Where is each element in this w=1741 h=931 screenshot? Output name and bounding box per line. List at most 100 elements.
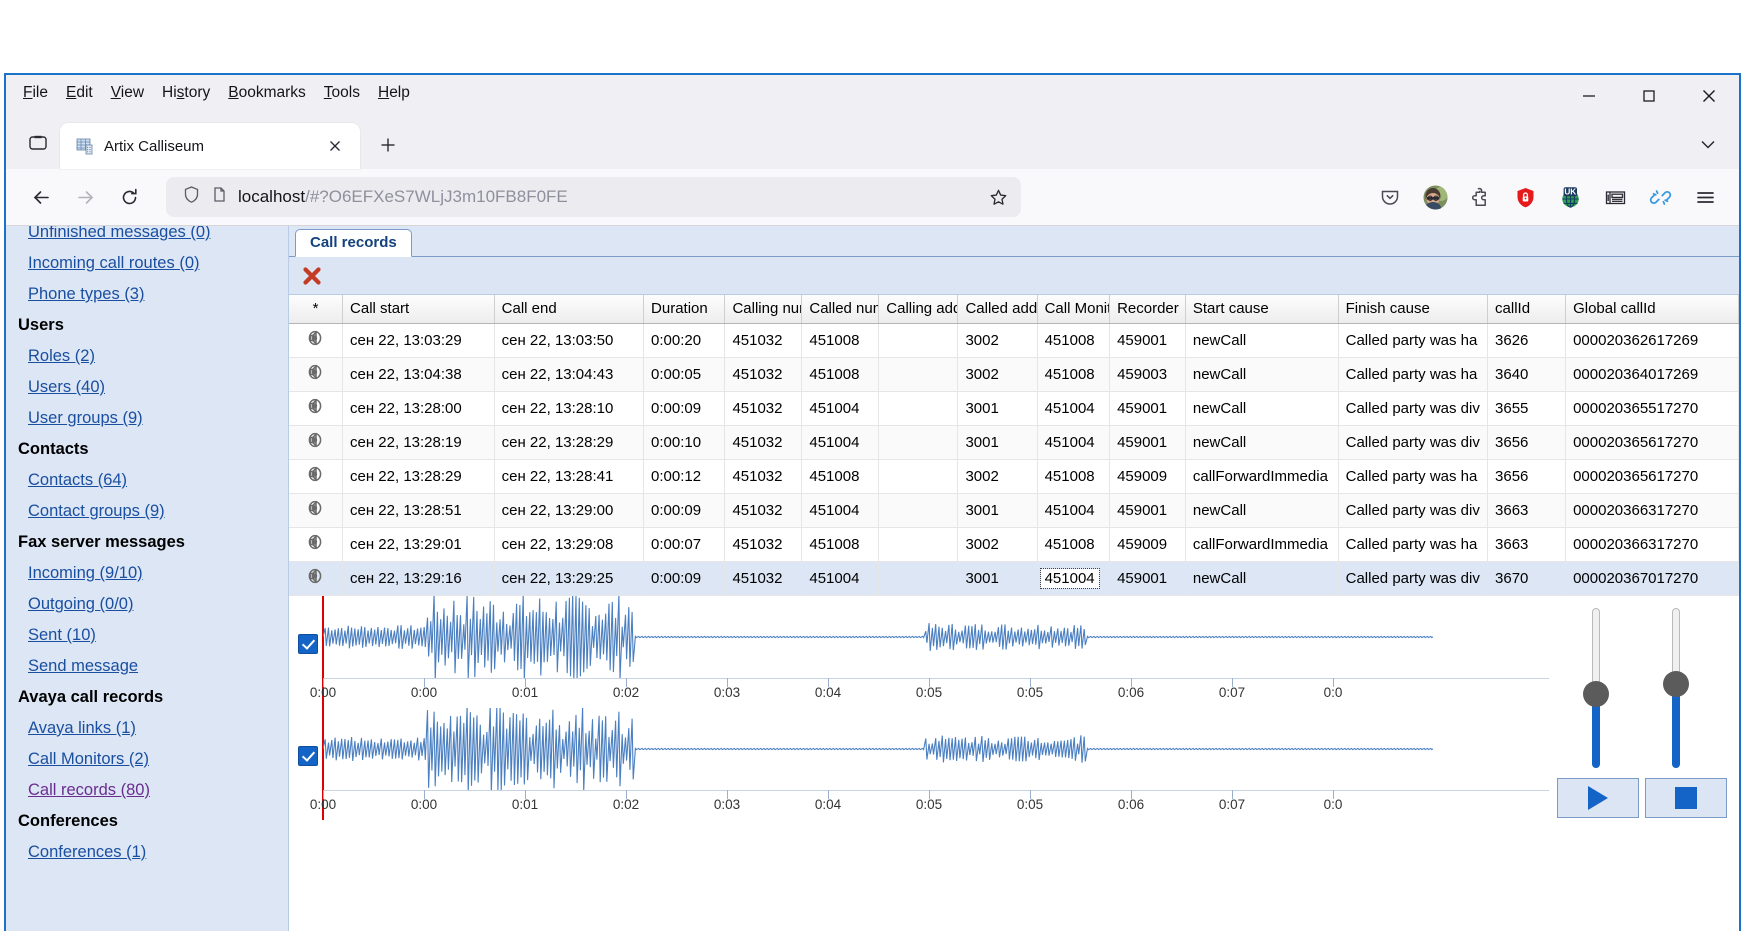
cell-calling-number[interactable]: 451032 (724, 561, 803, 596)
menu-file[interactable]: File (14, 80, 57, 106)
grid-column-header-callid[interactable]: callId (1487, 295, 1567, 324)
cell-duration[interactable]: 0:00:10 (643, 425, 726, 460)
cell-duration[interactable]: 0:00:12 (643, 459, 726, 494)
cell-call-end[interactable]: сен 22, 13:03:50 (494, 323, 645, 358)
cell-finish-cause[interactable]: Called party was div (1338, 391, 1489, 426)
cell-callid[interactable]: 3663 (1487, 527, 1567, 562)
cell-duration[interactable]: 0:00:20 (643, 323, 726, 358)
cell-recorder[interactable]: 459009 (1109, 459, 1186, 494)
cell-icon[interactable] (289, 391, 344, 426)
cell-calling-address[interactable] (878, 425, 959, 460)
sidebar-item-call-monitors[interactable]: Call Monitors (2) (28, 744, 288, 775)
extension-puzzle-icon[interactable] (1460, 177, 1500, 217)
grid-column-header-called-address[interactable]: Called address (957, 295, 1038, 324)
cell-icon[interactable] (289, 323, 344, 358)
cell-calling-address[interactable] (878, 527, 959, 562)
cell-global-callid[interactable]: 000020367017270 (1565, 561, 1739, 596)
cell-call-monitor[interactable]: 451004 (1037, 391, 1111, 426)
cell-calling-number[interactable]: 451032 (724, 425, 803, 460)
cell-call-start[interactable]: сен 22, 13:03:29 (342, 323, 495, 358)
cell-duration[interactable]: 0:00:07 (643, 527, 726, 562)
tab-call-records[interactable]: Call records (295, 229, 412, 257)
cell-called-address[interactable]: 3002 (957, 459, 1038, 494)
cell-call-start[interactable]: сен 22, 13:28:51 (342, 493, 495, 528)
cell-callid[interactable]: 3640 (1487, 357, 1567, 392)
cell-start-cause[interactable]: newCall (1185, 425, 1339, 460)
cell-callid[interactable]: 3656 (1487, 425, 1567, 460)
grid-column-header-start-cause[interactable]: Start cause (1185, 295, 1339, 324)
tracking-shield-icon[interactable] (182, 185, 201, 209)
cell-called-number[interactable]: 451004 (801, 425, 880, 460)
cell-finish-cause[interactable]: Called party was ha (1338, 527, 1489, 562)
sidebar-item-contacts[interactable]: Contacts (64) (28, 465, 288, 496)
cell-global-callid[interactable]: 000020366317270 (1565, 527, 1739, 562)
cell-called-address[interactable]: 3002 (957, 527, 1038, 562)
grid-column-header-call-start[interactable]: Call start (342, 295, 495, 324)
reload-button-icon[interactable] (108, 176, 150, 218)
broken-link-icon[interactable] (1640, 177, 1680, 217)
uk-vpn-icon[interactable]: UK (1550, 177, 1590, 217)
sidebar-item-conferences[interactable]: Conferences (1) (28, 837, 288, 868)
close-tab-icon[interactable] (324, 135, 346, 157)
play-button[interactable] (1557, 777, 1639, 818)
slider-left-thumb[interactable] (1583, 680, 1609, 707)
cell-recorder[interactable]: 459009 (1109, 527, 1186, 562)
cell-callid[interactable]: 3655 (1487, 391, 1567, 426)
menu-help[interactable]: Help (369, 80, 419, 106)
shield-lock-icon[interactable] (1505, 177, 1545, 217)
cell-global-callid[interactable]: 000020365617270 (1565, 459, 1739, 494)
cell-called-address[interactable]: 3002 (957, 357, 1038, 392)
cell-calling-number[interactable]: 451032 (724, 323, 803, 358)
cell-finish-cause[interactable]: Called party was ha (1338, 357, 1489, 392)
sidebar-item-phone-types[interactable]: Phone types (3) (28, 279, 288, 310)
waveform-track[interactable]: 0:00 0:00 0:01 0:02 0:03 0:04 0:05 0:05 0:06 0:07… (289, 704, 1549, 820)
grid-column-header-called-number[interactable]: Called number (801, 295, 880, 324)
audio-record-icon[interactable] (306, 430, 326, 454)
cell-duration[interactable]: 0:00:05 (643, 357, 726, 392)
cell-start-cause[interactable]: newCall (1185, 391, 1339, 426)
cell-call-monitor[interactable]: 451008 (1037, 357, 1111, 392)
sidebar-item-user-groups[interactable]: User groups (9) (28, 403, 288, 434)
cell-finish-cause[interactable]: Called party was ha (1338, 323, 1489, 358)
table-row[interactable]: сен 22, 13:28:00 сен 22, 13:28:10 0:00:09 4… (289, 391, 1739, 426)
cell-calling-address[interactable] (878, 493, 959, 528)
cell-start-cause[interactable]: newCall (1185, 323, 1339, 358)
menu-tools[interactable]: Tools (315, 80, 369, 106)
audio-record-icon[interactable] (306, 532, 326, 556)
cell-called-address[interactable]: 3001 (957, 391, 1038, 426)
cell-called-number[interactable]: 451004 (801, 493, 880, 528)
table-row[interactable]: сен 22, 13:29:16 сен 22, 13:29:25 0:00:09 4… (289, 561, 1739, 596)
cell-icon[interactable] (289, 357, 344, 392)
cell-icon[interactable] (289, 561, 344, 596)
cell-recorder[interactable]: 459003 (1109, 357, 1186, 392)
cell-called-address[interactable]: 3001 (957, 425, 1038, 460)
cell-icon[interactable] (289, 527, 344, 562)
cell-finish-cause[interactable]: Called party was div (1338, 561, 1489, 596)
audio-record-icon[interactable] (306, 396, 326, 420)
cell-calling-address[interactable] (878, 357, 959, 392)
track-enable-checkbox[interactable] (298, 633, 318, 654)
audio-record-icon[interactable] (306, 498, 326, 522)
grid-column-header-call-monitor[interactable]: Call Monitor (1037, 295, 1111, 324)
cell-call-start[interactable]: сен 22, 13:04:38 (342, 357, 495, 392)
table-row[interactable]: сен 22, 13:28:51 сен 22, 13:29:00 0:00:09 4… (289, 493, 1739, 528)
cell-call-start[interactable]: сен 22, 13:28:19 (342, 425, 495, 460)
cell-start-cause[interactable]: newCall (1185, 357, 1339, 392)
grid-column-header-call-end[interactable]: Call end (494, 295, 645, 324)
table-row[interactable]: сен 22, 13:28:19 сен 22, 13:28:29 0:00:10 4… (289, 425, 1739, 460)
cell-called-address[interactable]: 3001 (957, 561, 1038, 596)
cell-call-monitor[interactable]: 451004 (1037, 493, 1111, 528)
cell-icon[interactable] (289, 493, 344, 528)
cell-call-end[interactable]: сен 22, 13:29:25 (494, 561, 645, 596)
cell-called-number[interactable]: 451004 (801, 561, 880, 596)
pocket-icon[interactable] (1370, 177, 1410, 217)
slider-right-thumb[interactable] (1663, 670, 1689, 697)
back-button-icon[interactable] (20, 176, 62, 218)
cell-callid[interactable]: 3626 (1487, 323, 1567, 358)
cell-duration[interactable]: 0:00:09 (643, 561, 726, 596)
cell-called-number[interactable]: 451004 (801, 391, 880, 426)
table-row[interactable]: сен 22, 13:28:29 сен 22, 13:28:41 0:00:12 4… (289, 459, 1739, 494)
grid-column-header-duration[interactable]: Duration (643, 295, 726, 324)
cell-recorder[interactable]: 459001 (1109, 493, 1186, 528)
cell-calling-number[interactable]: 451032 (724, 459, 803, 494)
